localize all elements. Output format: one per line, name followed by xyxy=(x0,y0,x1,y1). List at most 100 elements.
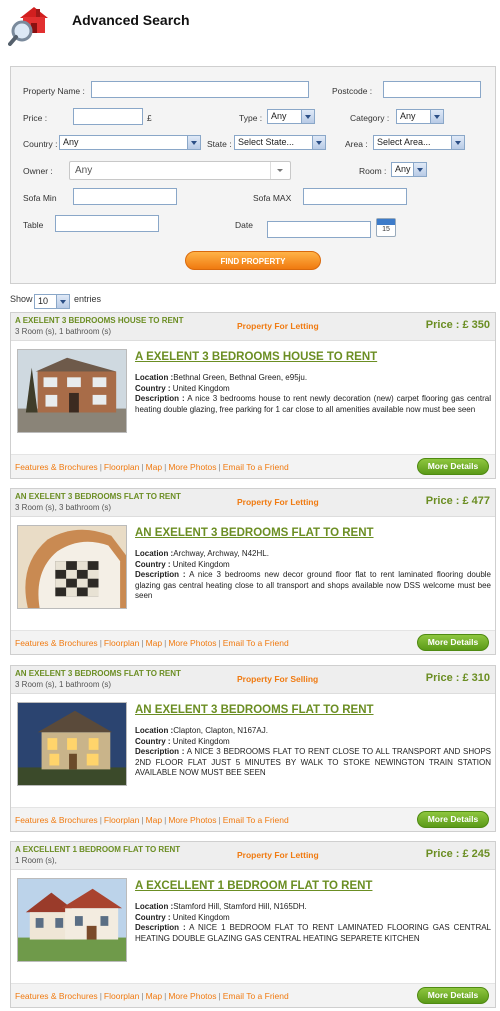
night-house-photo[interactable] xyxy=(17,702,127,786)
features-brochures-link[interactable]: Features & Brochures xyxy=(15,638,98,648)
more-photos-link[interactable]: More Photos xyxy=(168,991,216,1001)
listing-details: Location :Bethnal Green, Bethnal Green, … xyxy=(135,373,491,414)
chevron-down-icon xyxy=(312,136,325,149)
entries-suffix: entries xyxy=(74,294,102,304)
listing-details: Location :Stamford Hill, Stamford Hill, … xyxy=(135,902,491,943)
floorplan-link[interactable]: Floorplan xyxy=(104,462,139,472)
country-select[interactable]: Any xyxy=(59,135,201,150)
listing-tools: Features & Brochures | Floorplan | Map | More … xyxy=(15,991,289,1001)
category-select[interactable]: Any xyxy=(396,109,444,124)
email-friend-link[interactable]: Email To a Friend xyxy=(223,638,289,648)
page-title: Advanced Search xyxy=(72,12,190,28)
sofa-min-input[interactable] xyxy=(73,188,177,205)
listing-type: Property For Letting xyxy=(237,850,319,860)
more-details-button[interactable]: More Details xyxy=(417,987,489,1004)
table-input[interactable] xyxy=(55,215,159,232)
listing-card: A EXELENT 3 BEDROOMS HOUSE TO RENT 3 Roo… xyxy=(10,312,496,479)
listing-rooms: 3 Room (s), 1 bathroom (s) xyxy=(15,680,112,689)
listing-card: AN EXELENT 3 BEDROOMS FLAT TO RENT 3 Roo… xyxy=(10,488,496,655)
category-label: Category : xyxy=(350,113,390,123)
email-friend-link[interactable]: Email To a Friend xyxy=(223,991,289,1001)
more-photos-link[interactable]: More Photos xyxy=(168,462,216,472)
listing-title[interactable]: A EXELENT 3 BEDROOMS HOUSE TO RENT xyxy=(15,316,183,325)
property-name-input[interactable] xyxy=(91,81,309,98)
chevron-down-icon xyxy=(451,136,464,149)
sofa-max-label: Sofa MAX xyxy=(253,193,292,203)
find-property-button[interactable]: FIND PROPERTY xyxy=(185,251,321,270)
type-label: Type : xyxy=(239,113,263,123)
more-photos-link[interactable]: More Photos xyxy=(168,815,216,825)
area-select[interactable]: Select Area... xyxy=(373,135,465,150)
chevron-down-icon xyxy=(270,162,290,179)
listing-header: AN EXELENT 3 BEDROOMS FLAT TO RENT 3 Roo… xyxy=(11,489,495,517)
entries-select[interactable]: 10 xyxy=(34,294,70,309)
email-friend-link[interactable]: Email To a Friend xyxy=(223,462,289,472)
sofa-min-label: Sofa Min xyxy=(23,193,57,203)
listing-header: A EXCELLENT 1 BEDROOM FLAT TO RENT 1 Roo… xyxy=(11,842,495,870)
postcode-input[interactable] xyxy=(383,81,481,98)
more-details-button[interactable]: More Details xyxy=(417,811,489,828)
more-details-button[interactable]: More Details xyxy=(417,634,489,651)
features-brochures-link[interactable]: Features & Brochures xyxy=(15,815,98,825)
floorplan-link[interactable]: Floorplan xyxy=(104,815,139,825)
listing-link[interactable]: AN EXELENT 3 BEDROOMS FLAT TO RENT xyxy=(135,527,374,539)
floorplan-link[interactable]: Floorplan xyxy=(104,638,139,648)
chevron-down-icon xyxy=(187,136,200,149)
price-label: Price : xyxy=(23,113,48,123)
listing-rooms: 1 Room (s), xyxy=(15,856,57,865)
listing-details: Location :Archway, Archway, N42HL. Count… xyxy=(135,549,492,600)
listing-link[interactable]: AN EXELENT 3 BEDROOMS FLAT TO RENT xyxy=(135,704,374,716)
features-brochures-link[interactable]: Features & Brochures xyxy=(15,991,98,1001)
email-friend-link[interactable]: Email To a Friend xyxy=(223,815,289,825)
price-input[interactable] xyxy=(73,108,143,125)
country-label: Country : xyxy=(23,139,58,149)
map-link[interactable]: Map xyxy=(146,462,163,472)
room-select[interactable]: Any xyxy=(391,162,427,177)
listing-title[interactable]: A EXCELLENT 1 BEDROOM FLAT TO RENT xyxy=(15,845,180,854)
listing-tools: Features & Brochures | Floorplan | Map | More … xyxy=(15,638,289,648)
map-link[interactable]: Map xyxy=(146,815,163,825)
date-input[interactable] xyxy=(267,221,371,238)
currency-symbol: £ xyxy=(147,113,152,123)
show-entries-label: Show xyxy=(10,294,33,304)
brick-house-photo[interactable] xyxy=(17,349,127,433)
map-link[interactable]: Map xyxy=(146,638,163,648)
owner-combobox[interactable]: Any xyxy=(69,161,291,180)
area-label: Area : xyxy=(345,139,368,149)
listing-price: Price : £ 310 xyxy=(425,672,490,684)
calendar-icon[interactable]: 15 xyxy=(376,218,396,237)
listing-type: Property For Selling xyxy=(237,674,319,684)
listing-type: Property For Letting xyxy=(237,497,319,507)
page-header: Advanced Search xyxy=(0,0,500,52)
chevron-down-icon xyxy=(430,110,443,123)
chevron-down-icon xyxy=(413,163,426,176)
listing-footer: Features & Brochures | Floorplan | Map | More … xyxy=(11,807,495,831)
listing-rooms: 3 Room (s), 1 bathroom (s) xyxy=(15,327,112,336)
listing-link[interactable]: A EXELENT 3 BEDROOMS HOUSE TO RENT xyxy=(135,351,377,363)
property-name-label: Property Name : xyxy=(23,86,85,96)
more-photos-link[interactable]: More Photos xyxy=(168,638,216,648)
floorplan-link[interactable]: Floorplan xyxy=(104,991,139,1001)
more-details-button[interactable]: More Details xyxy=(417,458,489,475)
listing-link[interactable]: A EXCELLENT 1 BEDROOM FLAT TO RENT xyxy=(135,880,372,892)
staircase-photo[interactable] xyxy=(17,525,127,609)
map-link[interactable]: Map xyxy=(146,991,163,1001)
listing-title[interactable]: AN EXELENT 3 BEDROOMS FLAT TO RENT xyxy=(15,669,181,678)
listing-details: Location :Clapton, Clapton, N167AJ. Coun… xyxy=(135,726,491,777)
listing-type: Property For Letting xyxy=(237,321,319,331)
listing-card: A EXCELLENT 1 BEDROOM FLAT TO RENT 1 Roo… xyxy=(10,841,496,1008)
owner-label: Owner : xyxy=(23,166,53,176)
listing-header: AN EXELENT 3 BEDROOMS FLAT TO RENT 3 Roo… xyxy=(11,666,495,694)
listing-footer: Features & Brochures | Floorplan | Map | More … xyxy=(11,454,495,478)
listing-price: Price : £ 350 xyxy=(425,319,490,331)
state-select[interactable]: Select State... xyxy=(234,135,326,150)
type-select[interactable]: Any xyxy=(267,109,315,124)
features-brochures-link[interactable]: Features & Brochures xyxy=(15,462,98,472)
listing-tools: Features & Brochures | Floorplan | Map | More … xyxy=(15,815,289,825)
sofa-max-input[interactable] xyxy=(303,188,407,205)
listing-title[interactable]: AN EXELENT 3 BEDROOMS FLAT TO RENT xyxy=(15,492,181,501)
room-label: Room : xyxy=(359,166,387,176)
house-search-icon xyxy=(8,4,54,46)
chevron-down-icon xyxy=(301,110,314,123)
villa-photo[interactable] xyxy=(17,878,127,962)
